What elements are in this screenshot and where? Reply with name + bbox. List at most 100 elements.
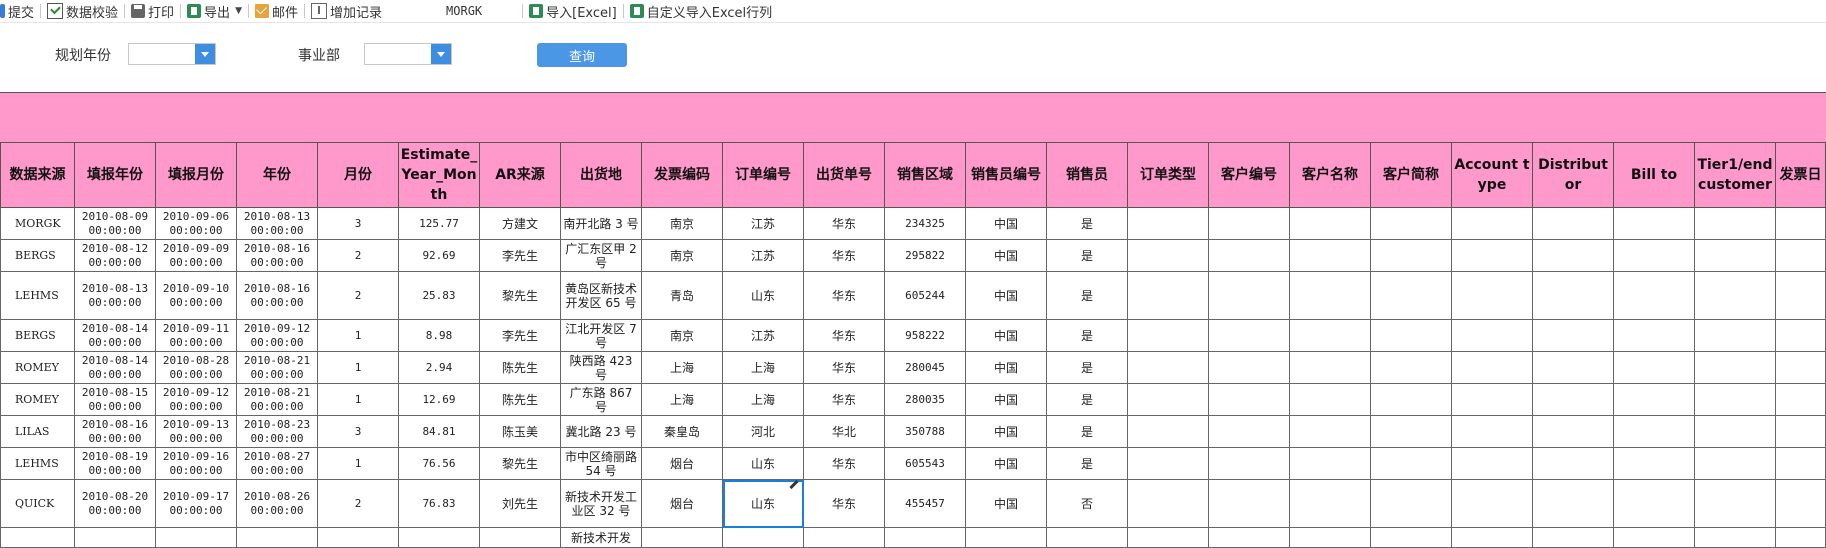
table-cell[interactable]: 华东: [803, 271, 885, 320]
table-cell[interactable]: 陈先生: [479, 383, 561, 416]
table-cell[interactable]: 华东: [803, 383, 885, 416]
custom-import-button[interactable]: 自定义导入Excel行列: [624, 1, 778, 21]
column-header[interactable]: 填报年份: [74, 142, 156, 208]
column-header[interactable]: 客户简称: [1370, 142, 1452, 208]
table-cell[interactable]: [1289, 479, 1371, 528]
table-cell[interactable]: 华东: [803, 207, 885, 240]
table-cell[interactable]: 2010-09-12 00:00:00: [236, 319, 318, 352]
table-cell[interactable]: 2010-09-11 00:00:00: [155, 319, 237, 352]
table-cell[interactable]: [1694, 383, 1776, 416]
table-cell[interactable]: 2010-08-21 00:00:00: [236, 383, 318, 416]
table-cell[interactable]: [1775, 319, 1826, 352]
table-cell[interactable]: 2010-08-16 00:00:00: [236, 239, 318, 272]
table-cell[interactable]: [1127, 527, 1209, 548]
table-cell[interactable]: [1775, 351, 1826, 384]
table-cell[interactable]: [1208, 319, 1290, 352]
column-header[interactable]: 销售员编号: [965, 142, 1047, 208]
table-cell[interactable]: [1613, 447, 1695, 480]
table-cell[interactable]: [1451, 239, 1533, 272]
column-header[interactable]: Account type: [1451, 142, 1533, 208]
table-cell[interactable]: [1208, 351, 1290, 384]
column-header[interactable]: 订单类型: [1127, 142, 1209, 208]
table-cell[interactable]: 2010-08-14 00:00:00: [74, 351, 156, 384]
table-cell[interactable]: [1289, 239, 1371, 272]
table-cell[interactable]: [1289, 207, 1371, 240]
table-cell[interactable]: 125.77: [398, 207, 480, 240]
table-cell[interactable]: [1532, 383, 1614, 416]
table-cell[interactable]: [1451, 527, 1533, 548]
table-cell[interactable]: [1127, 447, 1209, 480]
table-cell[interactable]: MORGK: [0, 207, 75, 240]
table-cell[interactable]: [1532, 319, 1614, 352]
table-cell[interactable]: 2010-08-26 00:00:00: [236, 479, 318, 528]
table-cell[interactable]: 605543: [884, 447, 966, 480]
table-cell[interactable]: 江苏: [722, 239, 804, 272]
column-header[interactable]: 销售员: [1046, 142, 1128, 208]
table-cell[interactable]: [1532, 415, 1614, 448]
table-cell[interactable]: 2010-09-10 00:00:00: [155, 271, 237, 320]
table-cell[interactable]: [1127, 351, 1209, 384]
query-button[interactable]: 查询: [537, 43, 627, 67]
column-header[interactable]: 出货单号: [803, 142, 885, 208]
table-cell[interactable]: 是: [1046, 319, 1128, 352]
table-cell[interactable]: 是: [1046, 271, 1128, 320]
table-cell[interactable]: 烟台: [641, 479, 723, 528]
table-cell[interactable]: 2010-08-28 00:00:00: [155, 351, 237, 384]
table-cell[interactable]: [1289, 351, 1371, 384]
table-cell[interactable]: [1127, 479, 1209, 528]
table-cell[interactable]: 冀北路 23 号: [560, 415, 642, 448]
table-cell[interactable]: [1127, 271, 1209, 320]
table-cell[interactable]: 2010-09-13 00:00:00: [155, 415, 237, 448]
column-header[interactable]: Distributor: [1532, 142, 1614, 208]
table-cell[interactable]: [1532, 239, 1614, 272]
table-cell[interactable]: [1613, 415, 1695, 448]
table-cell[interactable]: 2010-08-23 00:00:00: [236, 415, 318, 448]
table-cell[interactable]: [1208, 415, 1290, 448]
table-cell[interactable]: 280045: [884, 351, 966, 384]
table-cell[interactable]: 上海: [722, 383, 804, 416]
table-cell[interactable]: 陈先生: [479, 351, 561, 384]
table-cell[interactable]: 2: [317, 239, 399, 272]
table-cell[interactable]: [1451, 447, 1533, 480]
table-cell[interactable]: 2: [317, 271, 399, 320]
table-cell[interactable]: 山东: [722, 271, 804, 320]
table-cell[interactable]: [1289, 383, 1371, 416]
table-cell[interactable]: 是: [1046, 351, 1128, 384]
table-cell[interactable]: [0, 527, 75, 548]
table-cell[interactable]: 是: [1046, 207, 1128, 240]
table-cell[interactable]: 2.94: [398, 351, 480, 384]
table-cell[interactable]: [1208, 207, 1290, 240]
table-cell[interactable]: 华东: [803, 479, 885, 528]
table-cell[interactable]: LEHMS: [0, 271, 75, 320]
table-cell[interactable]: 广汇东区甲 2 号: [560, 239, 642, 272]
table-cell[interactable]: [1694, 207, 1776, 240]
table-cell[interactable]: [1613, 207, 1695, 240]
table-cell[interactable]: 中国: [965, 415, 1047, 448]
table-cell[interactable]: [236, 527, 318, 548]
table-cell[interactable]: [803, 527, 885, 548]
table-cell[interactable]: 350788: [884, 415, 966, 448]
export-dropdown[interactable]: 导出 ▼: [181, 1, 248, 21]
table-cell[interactable]: 华东: [803, 447, 885, 480]
table-cell[interactable]: 南京: [641, 319, 723, 352]
table-cell[interactable]: 广东路 867 号: [560, 383, 642, 416]
table-cell[interactable]: [1289, 527, 1371, 548]
table-cell[interactable]: 2010-08-13 00:00:00: [236, 207, 318, 240]
table-cell[interactable]: [1694, 447, 1776, 480]
table-cell[interactable]: 新技术开发工业区 32 号: [560, 479, 642, 528]
add-record-button[interactable]: 增加记录: [305, 1, 388, 21]
column-header[interactable]: 出货地: [560, 142, 642, 208]
table-cell[interactable]: [1613, 527, 1695, 548]
table-cell[interactable]: [1694, 239, 1776, 272]
table-cell[interactable]: 陕西路 423 号: [560, 351, 642, 384]
table-cell[interactable]: 是: [1046, 415, 1128, 448]
table-cell[interactable]: [1451, 351, 1533, 384]
table-cell[interactable]: 新技术开发: [560, 527, 642, 548]
table-cell[interactable]: 1: [317, 383, 399, 416]
table-cell[interactable]: 是: [1046, 239, 1128, 272]
table-cell[interactable]: [1127, 207, 1209, 240]
submit-button[interactable]: 提交: [0, 1, 40, 21]
table-cell[interactable]: 295822: [884, 239, 966, 272]
table-cell[interactable]: [1451, 207, 1533, 240]
table-cell[interactable]: 1: [317, 447, 399, 480]
